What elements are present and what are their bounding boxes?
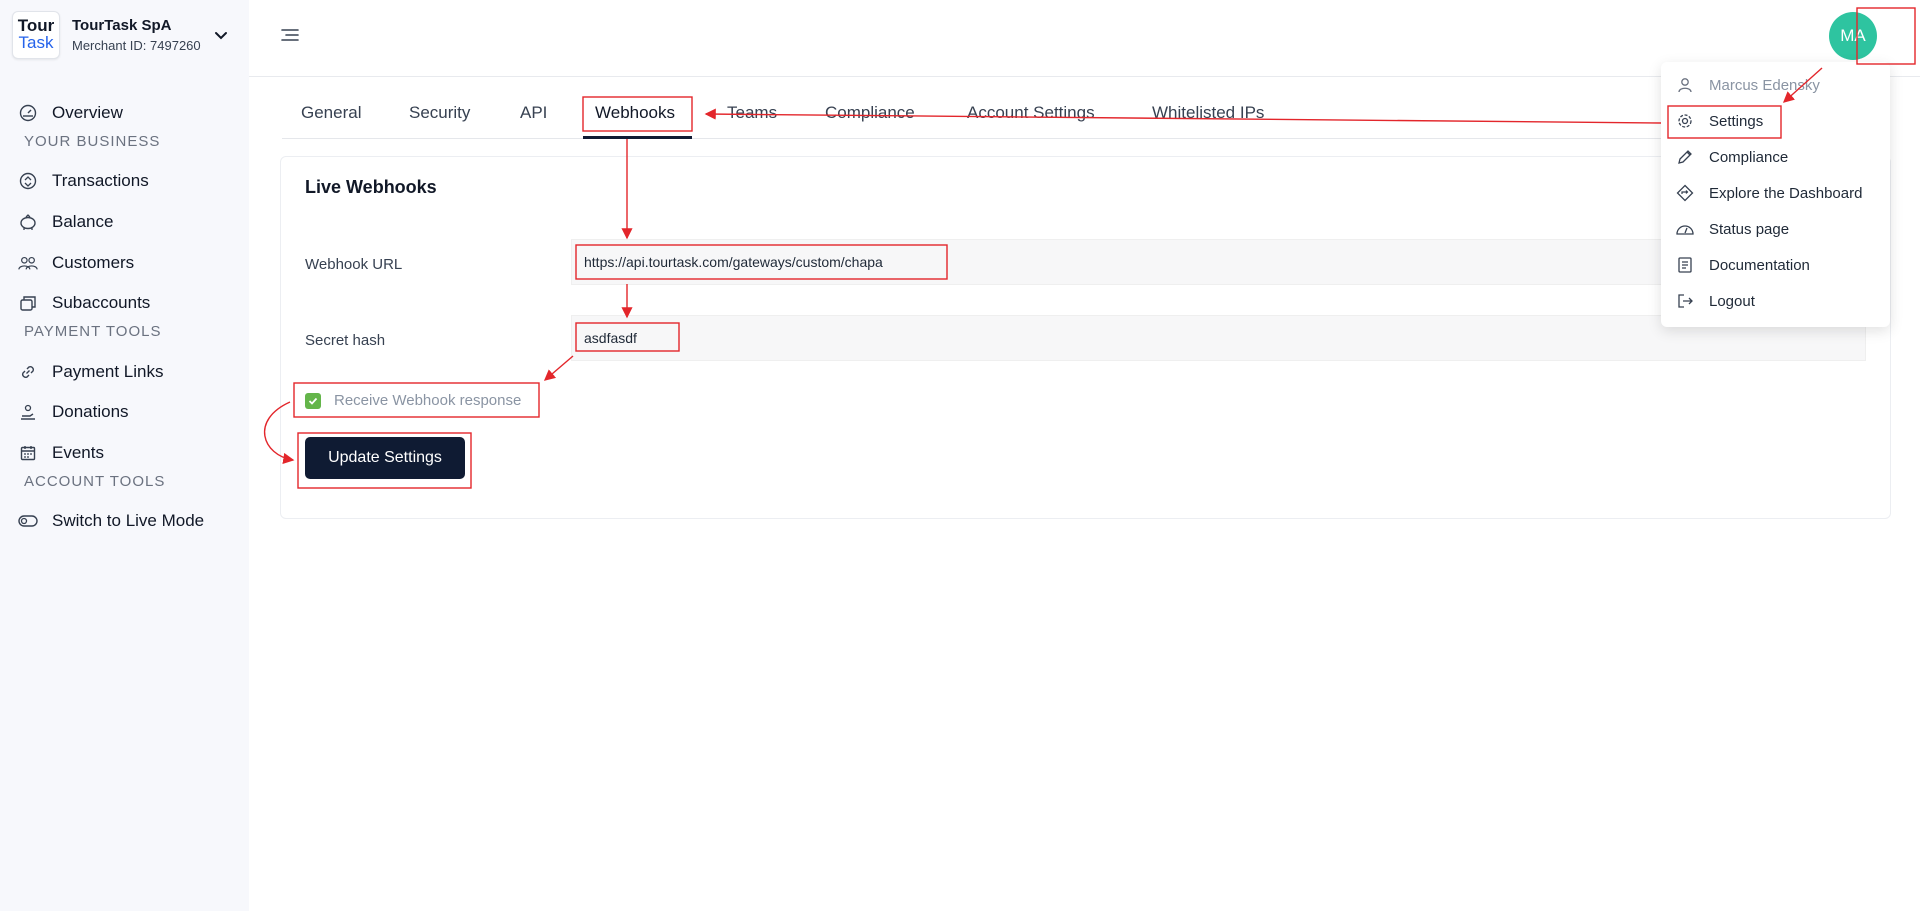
pencil-icon bbox=[1675, 147, 1695, 167]
tab-api[interactable]: API bbox=[520, 103, 547, 123]
sidebar-item-label: Customers bbox=[52, 253, 135, 272]
stacked-cards-icon bbox=[18, 293, 38, 313]
menu-item-logout[interactable]: Logout bbox=[1675, 288, 1755, 314]
menu-item-label: Settings bbox=[1709, 112, 1764, 130]
menu-item-label: Explore the Dashboard bbox=[1709, 184, 1863, 202]
menu-item-label: Logout bbox=[1709, 292, 1755, 310]
menu-toggle-icon[interactable] bbox=[280, 27, 300, 43]
merchant-name: TourTask SpA bbox=[72, 17, 172, 34]
piggy-bank-icon bbox=[18, 212, 38, 232]
chevron-down-icon[interactable] bbox=[211, 26, 231, 46]
receive-webhook-response-checkbox[interactable] bbox=[305, 393, 321, 409]
menu-item-settings[interactable]: Settings bbox=[1675, 108, 1763, 134]
menu-item-label: Compliance bbox=[1709, 148, 1789, 166]
sidebar-item-payment-links[interactable]: Payment Links bbox=[18, 359, 164, 385]
sidebar-item-label: Balance bbox=[52, 212, 114, 231]
gear-icon bbox=[1675, 111, 1695, 131]
sidebar-item-label: Subaccounts bbox=[52, 293, 151, 312]
receive-webhook-response-label[interactable]: Receive Webhook response bbox=[334, 392, 521, 409]
menu-item-status-page[interactable]: Status page bbox=[1675, 216, 1789, 242]
sidebar-item-label: Payment Links bbox=[52, 362, 164, 381]
webhook-url-label: Webhook URL bbox=[305, 256, 403, 273]
dashboard-gauge-icon bbox=[18, 103, 38, 123]
tab-security[interactable]: Security bbox=[409, 103, 470, 123]
sidebar-item-label: Events bbox=[52, 443, 104, 462]
sidebar-item-subaccounts[interactable]: Subaccounts bbox=[18, 290, 150, 316]
toggle-icon bbox=[18, 511, 38, 531]
logo-text-task: Task bbox=[18, 33, 54, 52]
menu-item-label: Documentation bbox=[1709, 256, 1810, 274]
menu-item-explore-dashboard[interactable]: Explore the Dashboard bbox=[1675, 180, 1862, 206]
document-icon bbox=[1675, 255, 1695, 275]
tab-webhooks[interactable]: Webhooks bbox=[595, 103, 675, 123]
card-title: Live Webhooks bbox=[305, 177, 437, 197]
section-label-payment-tools: PAYMENT TOOLS bbox=[24, 323, 162, 340]
update-settings-button[interactable]: Update Settings bbox=[305, 437, 465, 479]
users-group-icon bbox=[18, 253, 38, 273]
sidebar-item-donations[interactable]: Donations bbox=[18, 399, 129, 425]
active-tab-indicator bbox=[583, 136, 692, 139]
tab-account-settings[interactable]: Account Settings bbox=[967, 103, 1095, 123]
user-avatar[interactable]: MA bbox=[1829, 12, 1877, 60]
menu-item-documentation[interactable]: Documentation bbox=[1675, 252, 1810, 278]
sidebar-item-transactions[interactable]: Transactions bbox=[18, 168, 149, 194]
live-webhooks-card: Live Webhooks Webhook URL Secret hash Re… bbox=[280, 156, 1891, 519]
logout-icon bbox=[1675, 291, 1695, 311]
merchant-switcher[interactable]: Tour Task TourTask SpA Merchant ID: 7497… bbox=[12, 10, 242, 60]
sidebar-item-label: Switch to Live Mode bbox=[52, 511, 205, 530]
status-gauge-icon bbox=[1675, 219, 1695, 239]
coin-circle-icon bbox=[18, 171, 38, 191]
tab-general[interactable]: General bbox=[301, 103, 361, 123]
sidebar-item-label: Donations bbox=[52, 402, 129, 421]
settings-tabs: General Security API Webhooks Teams Comp… bbox=[282, 95, 1890, 139]
sidebar-item-customers[interactable]: Customers bbox=[18, 250, 134, 276]
tab-whitelisted-ips[interactable]: Whitelisted IPs bbox=[1152, 103, 1264, 123]
menu-item-user-name: Marcus Edensky bbox=[1675, 72, 1820, 98]
sidebar-item-switch-live-mode[interactable]: Switch to Live Mode bbox=[18, 508, 204, 534]
tab-teams[interactable]: Teams bbox=[727, 103, 777, 123]
menu-item-label: Marcus Edensky bbox=[1709, 76, 1820, 94]
section-label-account-tools: ACCOUNT TOOLS bbox=[24, 473, 166, 490]
menu-item-label: Status page bbox=[1709, 220, 1790, 238]
sidebar: Tour Task TourTask SpA Merchant ID: 7497… bbox=[0, 0, 249, 911]
logo-text-tour: Tour bbox=[17, 16, 55, 35]
sidebar-item-label: Overview bbox=[52, 103, 123, 122]
tab-compliance[interactable]: Compliance bbox=[825, 103, 915, 123]
section-label-your-business: YOUR BUSINESS bbox=[24, 133, 161, 150]
secret-hash-label: Secret hash bbox=[305, 332, 386, 349]
link-icon bbox=[18, 362, 38, 382]
sidebar-item-overview[interactable]: Overview bbox=[18, 100, 123, 126]
sidebar-item-events[interactable]: Events bbox=[18, 440, 104, 466]
user-menu-dropdown: Marcus Edensky Settings Compliance Explo… bbox=[1661, 62, 1890, 327]
signpost-diamond-icon bbox=[1675, 183, 1695, 203]
sidebar-item-label: Transactions bbox=[52, 171, 149, 190]
checkmark-icon bbox=[308, 397, 318, 405]
tourtask-logo: Tour Task bbox=[12, 11, 60, 59]
calendar-icon bbox=[18, 443, 38, 463]
user-icon bbox=[1675, 75, 1695, 95]
donation-hand-icon bbox=[18, 402, 38, 422]
sidebar-item-balance[interactable]: Balance bbox=[18, 209, 113, 235]
menu-item-compliance[interactable]: Compliance bbox=[1675, 144, 1788, 170]
merchant-id: Merchant ID: 7497260 bbox=[72, 38, 201, 53]
